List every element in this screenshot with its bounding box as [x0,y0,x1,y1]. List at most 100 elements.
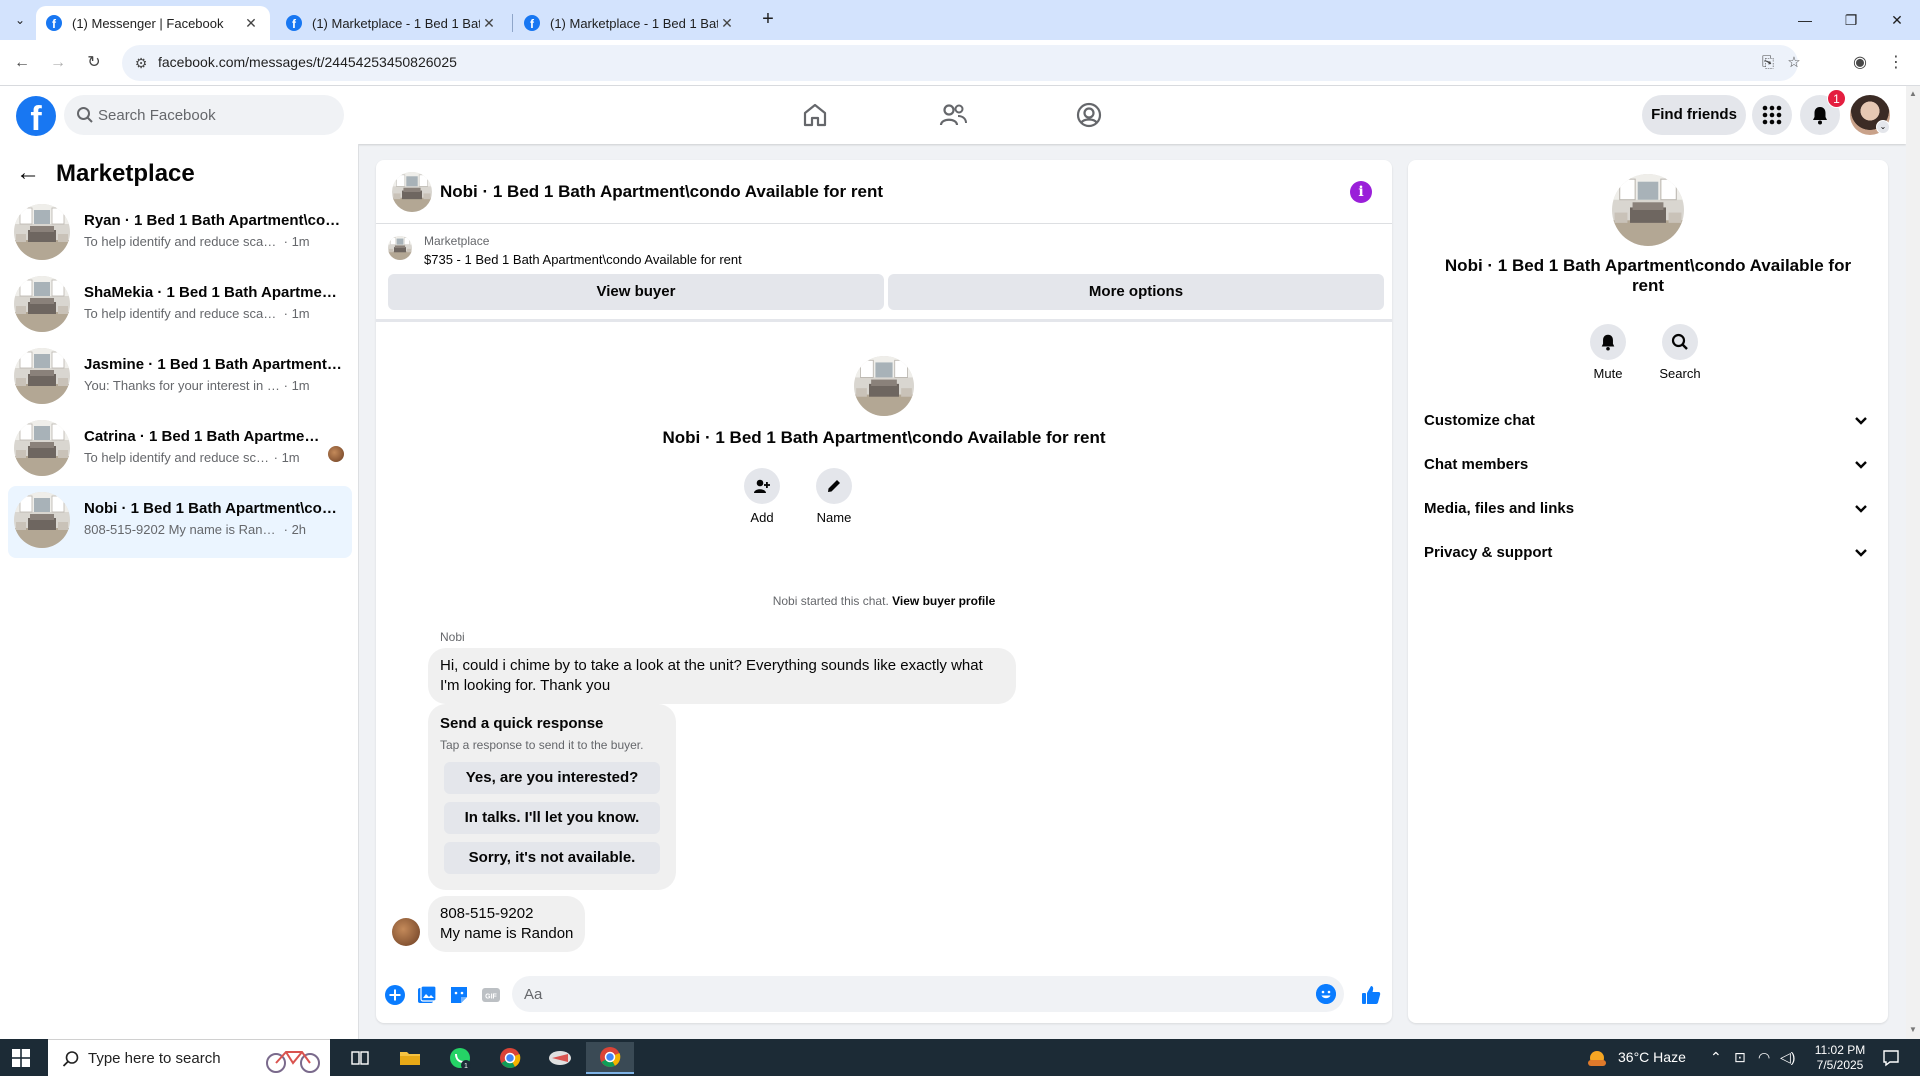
listing-thumbnail-avatar [14,420,70,476]
page-scrollbar[interactable]: ▲ ▼ [1906,86,1920,1039]
accordion-privacy-support[interactable]: Privacy & support [1416,532,1880,576]
chevron-down-icon [1855,549,1867,557]
weather-text[interactable]: 36°C Haze [1618,1049,1686,1065]
conversation-item-ryan[interactable]: Ryan · 1 Bed 1 Bath Apartment\condo Avai… [8,198,352,270]
chevron-down-icon [1855,417,1867,425]
close-window-icon[interactable]: ✕ [1874,8,1920,32]
notification-count-badge: 1 [1827,89,1846,108]
conversation-item-shamekia[interactable]: ShaMekia · 1 Bed 1 Bath Apartment\condo … [8,270,352,342]
message-line: My name is Randon [440,925,574,942]
profile-account-icon[interactable]: ◉ [1848,51,1872,75]
new-tab-button[interactable]: + [756,8,780,32]
quick-reply-interested[interactable]: Yes, are you interested? [444,762,660,794]
mute-button[interactable]: Mute [1578,324,1638,381]
notification-center-icon[interactable] [1882,1049,1900,1067]
view-buyer-profile-link[interactable]: View buyer profile [892,594,995,608]
chrome-active-icon[interactable] [586,1042,634,1074]
device-icon[interactable]: ⊡ [1734,1049,1746,1066]
show-hidden-icons-icon[interactable]: ⌃ [1710,1049,1722,1066]
sidebar-header: ← Marketplace [16,156,195,192]
pinned-app-icon[interactable] [536,1042,584,1074]
conversation-item-nobi[interactable]: Nobi · 1 Bed 1 Bath Apartment\condo Avai… [8,486,352,558]
chat-avatar[interactable] [392,172,432,212]
browser-tab-marketplace-2[interactable]: f (1) Marketplace - 1 Bed 1 Bath Apartme… [514,6,746,40]
info-icon[interactable]: i [1350,181,1372,203]
thumbs-up-icon[interactable] [1360,984,1382,1006]
view-buyer-button[interactable]: View buyer [388,274,884,310]
started-text: Nobi started this chat. [772,594,889,608]
search-in-chat-button[interactable]: Search [1650,324,1710,381]
listing-title[interactable]: $735 - 1 Bed 1 Bath Apartment\condo Avai… [424,252,742,267]
address-bar[interactable]: ⚙ facebook.com/messages/t/24454253450826… [122,45,1801,81]
sticker-icon[interactable] [448,984,470,1006]
browser-tab-marketplace-1[interactable]: f (1) Marketplace - 1 Bed 1 Bath Apartme… [276,6,508,40]
clock-time: 11:02 PM [1814,1043,1866,1057]
site-settings-icon[interactable]: ⚙ [132,54,150,72]
message-input[interactable] [524,976,1304,1012]
accordion-customize-chat[interactable]: Customize chat [1416,400,1880,444]
forward-arrow-icon[interactable]: → [46,51,70,75]
message-bubble[interactable]: Hi, could i chime by to take a look at t… [428,648,1016,704]
search-icon [77,107,93,123]
whatsapp-icon[interactable]: 1 [436,1042,484,1074]
tab-search-chevron-icon[interactable]: ⌄ [8,8,32,32]
chrome-icon[interactable] [486,1042,534,1074]
add-people-button[interactable]: Add [732,468,792,525]
profile-circle-icon[interactable] [1072,98,1106,132]
facebook-logo-icon[interactable]: f [16,96,56,136]
close-tab-icon[interactable]: ✕ [718,15,736,32]
volume-icon[interactable]: ◁) [1780,1049,1795,1066]
gif-icon[interactable]: GIF [480,984,502,1006]
message-bubble[interactable]: 808-515-9202 My name is Randon [428,896,586,952]
quick-reply-not-available[interactable]: Sorry, it's not available. [444,842,660,874]
account-chevron-down-icon[interactable]: ⌄ [1876,120,1890,134]
facebook-top-bar: f Find friends 1 ⌄ [0,86,1906,144]
bookmark-star-icon[interactable]: ☆ [1784,53,1804,73]
plus-circle-icon[interactable] [384,984,406,1006]
more-options-button[interactable]: More options [888,274,1384,310]
back-arrow-icon[interactable]: ← [10,51,34,75]
preview-time: · 2h [283,522,307,537]
message-line: 808-515-9202 [440,905,534,922]
chat-header: Nobi · 1 Bed 1 Bath Apartment\condo Avai… [376,160,1392,224]
restore-window-icon[interactable]: ❐ [1828,8,1874,32]
find-friends-button[interactable]: Find friends [1642,95,1746,135]
conversation-item-jasmine[interactable]: Jasmine · 1 Bed 1 Bath Apartment\condo A… [8,342,352,414]
weather-sun-icon[interactable] [1586,1047,1608,1069]
message-input-box[interactable] [512,976,1344,1012]
scroll-down-arrow-icon[interactable]: ▼ [1909,1026,1917,1034]
home-icon[interactable] [798,98,832,132]
browser-menu-icon[interactable]: ⋮ [1884,51,1908,75]
friends-icon[interactable] [936,98,970,132]
reload-icon[interactable]: ↻ [82,51,106,75]
taskbar-search-box[interactable]: Type here to search [48,1039,330,1076]
preview-text: 808-515-9202 My name is Randon [84,522,280,537]
accordion-media-files-links[interactable]: Media, files and links [1416,488,1880,532]
back-arrow-icon[interactable]: ← [16,158,48,190]
chat-title[interactable]: Nobi · 1 Bed 1 Bath Apartment\condo Avai… [440,182,883,202]
url-text[interactable]: facebook.com/messages/t/2445425345082602… [158,54,457,70]
close-tab-icon[interactable]: ✕ [480,15,498,32]
menu-grid-button[interactable] [1752,95,1792,135]
emoji-icon[interactable] [1316,984,1336,1004]
minimize-window-icon[interactable]: — [1782,8,1828,32]
photo-gallery-icon[interactable] [416,984,438,1006]
windows-start-icon[interactable] [12,1049,30,1067]
browser-tab-messenger[interactable]: f (1) Messenger | Facebook ✕ [36,6,270,40]
network-icon[interactable]: ◠ [1758,1049,1770,1066]
scroll-up-arrow-icon[interactable]: ▲ [1909,90,1917,98]
task-view-icon[interactable] [336,1042,384,1074]
close-tab-icon[interactable]: ✕ [242,15,260,32]
edit-name-button[interactable]: Name [804,468,864,525]
accordion-chat-members[interactable]: Chat members [1416,444,1880,488]
browser-toolbar: ← → ↻ ⚙ facebook.com/messages/t/24454253… [0,40,1920,86]
taskbar-clock[interactable]: 11:02 PM 7/5/2025 [1800,1043,1880,1073]
install-app-icon[interactable]: ⎘ [1758,53,1778,73]
search-input[interactable] [98,95,328,135]
conversation-item-catrina[interactable]: Catrina · 1 Bed 1 Bath Apartment\condo A… [8,414,352,486]
name-label: Name [816,510,852,525]
facebook-search-box[interactable] [64,95,344,135]
file-explorer-icon[interactable] [386,1042,434,1074]
profile-avatar [854,356,914,416]
quick-reply-in-talks[interactable]: In talks. I'll let you know. [444,802,660,834]
